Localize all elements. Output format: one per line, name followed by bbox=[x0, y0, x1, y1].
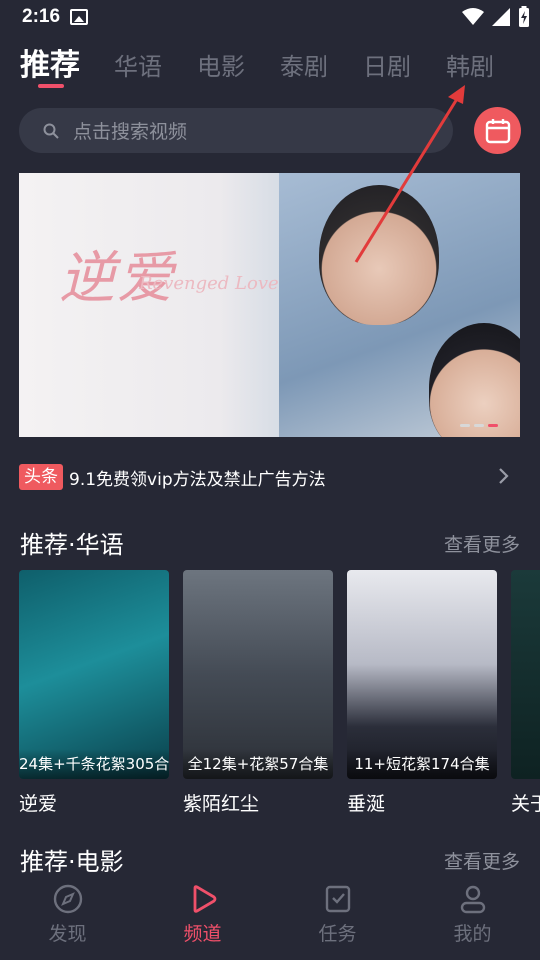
bottom-navigation: 发现 频道 任务 我的 bbox=[0, 875, 540, 960]
nav-label: 发现 bbox=[48, 923, 87, 945]
signal-icon bbox=[492, 8, 510, 26]
tab-chinese[interactable]: 华语 bbox=[114, 47, 162, 82]
wifi-icon bbox=[462, 8, 484, 25]
active-tab-indicator bbox=[38, 84, 64, 88]
headline-notice[interactable]: 头条 9.1免费领vip方法及禁止广告方法 bbox=[19, 462, 520, 492]
section-title-movie: 推荐·电影 bbox=[20, 848, 124, 876]
hero-banner[interactable]: 逆爱 Revenged Love bbox=[19, 173, 520, 437]
banner-subtitle: Revenged Love bbox=[139, 273, 279, 294]
nav-label: 任务 bbox=[318, 923, 357, 945]
pager-dot bbox=[460, 424, 470, 427]
tab-japanese[interactable]: 日剧 bbox=[363, 47, 411, 82]
pager-dot-active bbox=[488, 424, 498, 427]
status-bar: 2:16 bbox=[0, 0, 540, 36]
poster-episode-info: 全12集+花絮57合集 bbox=[183, 749, 333, 779]
nav-discover[interactable]: 发现 bbox=[0, 875, 135, 960]
status-icons bbox=[462, 6, 530, 28]
search-input[interactable]: 点击搜索视频 bbox=[19, 108, 453, 153]
tab-recommend[interactable]: 推荐 bbox=[20, 40, 80, 84]
compass-icon bbox=[53, 884, 82, 914]
poster-image bbox=[511, 570, 540, 779]
nav-profile[interactable]: 我的 bbox=[405, 875, 540, 960]
banner-actor-1 bbox=[319, 185, 439, 325]
poster-title: 关于 bbox=[511, 793, 540, 815]
calendar-button[interactable] bbox=[474, 107, 521, 154]
poster-image: 24集+千条花絮305合集 bbox=[19, 570, 169, 779]
section-more-movie[interactable]: 查看更多 bbox=[444, 847, 520, 874]
headline-badge: 头条 bbox=[19, 464, 63, 490]
task-check-icon bbox=[325, 885, 350, 913]
nav-channel[interactable]: 频道 bbox=[135, 875, 270, 960]
photo-notification-icon bbox=[70, 9, 88, 25]
nav-label: 频道 bbox=[183, 923, 222, 945]
nav-label: 我的 bbox=[453, 923, 492, 945]
poster-card[interactable]: 24集+千条花絮305合集 逆爱 bbox=[19, 570, 169, 816]
nav-tasks[interactable]: 任务 bbox=[270, 875, 405, 960]
category-tabs: 推荐 华语 电影 泰剧 日剧 韩剧 bbox=[20, 40, 529, 90]
tab-korean[interactable]: 韩剧 bbox=[446, 47, 494, 82]
search-icon bbox=[43, 123, 59, 139]
status-time: 2:16 bbox=[22, 6, 61, 27]
banner-pager bbox=[460, 424, 498, 427]
poster-episode-info: 11+短花絮174合集 bbox=[347, 749, 497, 779]
section-title-chinese: 推荐·华语 bbox=[20, 531, 124, 559]
poster-episode-info: 24集+千条花絮305合集 bbox=[19, 749, 169, 779]
calendar-icon bbox=[485, 118, 510, 143]
tab-movie[interactable]: 电影 bbox=[197, 47, 245, 82]
poster-title: 垂涎 bbox=[347, 793, 386, 815]
headline-text: 9.1免费领vip方法及禁止广告方法 bbox=[69, 469, 326, 490]
poster-card[interactable]: 关于 bbox=[511, 570, 540, 816]
tab-thai[interactable]: 泰剧 bbox=[280, 47, 328, 82]
poster-image: 11+短花絮174合集 bbox=[347, 570, 497, 779]
poster-title: 紫陌红尘 bbox=[183, 793, 260, 815]
poster-title: 逆爱 bbox=[19, 793, 58, 815]
section-more-chinese[interactable]: 查看更多 bbox=[444, 530, 520, 557]
search-placeholder: 点击搜索视频 bbox=[73, 121, 188, 143]
poster-row: 24集+千条花絮305合集 逆爱 全12集+花絮57合集 紫陌红尘 11+短花絮… bbox=[19, 570, 540, 816]
poster-card[interactable]: 11+短花絮174合集 垂涎 bbox=[347, 570, 497, 816]
chevron-right-icon bbox=[499, 468, 509, 484]
poster-card[interactable]: 全12集+花絮57合集 紫陌红尘 bbox=[183, 570, 333, 816]
battery-icon bbox=[519, 6, 529, 27]
user-icon bbox=[460, 885, 485, 914]
pager-dot bbox=[474, 424, 484, 427]
play-icon bbox=[193, 885, 216, 913]
poster-image: 全12集+花絮57合集 bbox=[183, 570, 333, 779]
